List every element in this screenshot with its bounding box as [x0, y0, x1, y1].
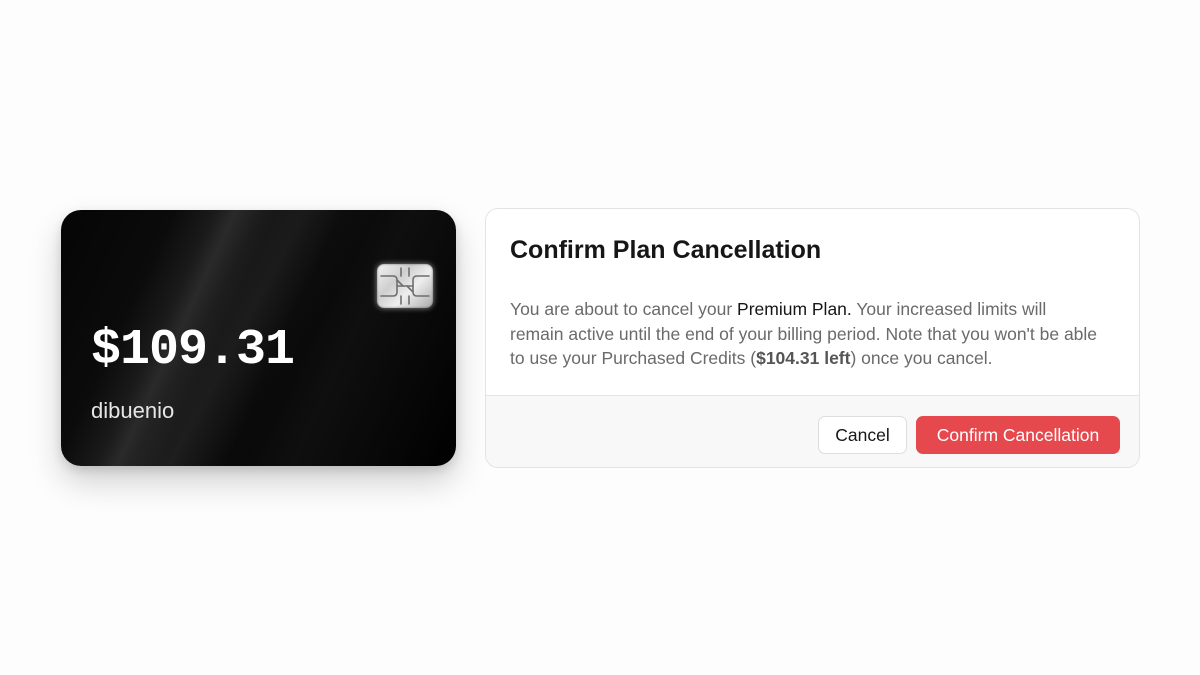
message-outro: ) once you cancel.	[850, 348, 993, 368]
dialog-body: Confirm Plan Cancellation You are about …	[486, 209, 1139, 395]
dialog-title: Confirm Plan Cancellation	[510, 236, 822, 264]
dialog-footer: Cancel Confirm Cancellation	[486, 395, 1139, 467]
plan-name: Premium Plan.	[737, 299, 852, 319]
credits-left: $104.31 left	[756, 348, 851, 368]
message-intro: You are about to cancel your	[510, 299, 738, 319]
sim-chip-icon	[377, 264, 433, 308]
credit-card: $109.31 dibuenio	[61, 210, 456, 466]
cancel-plan-dialog: Confirm Plan Cancellation You are about …	[485, 208, 1140, 468]
card-holder-name: dibuenio	[91, 398, 175, 423]
confirm-cancellation-button[interactable]: Confirm Cancellation	[916, 416, 1120, 454]
cancel-button[interactable]: Cancel	[818, 416, 907, 454]
card-balance: $109.31	[91, 322, 295, 379]
dialog-message: You are about to cancel your Premium Pla…	[510, 297, 1100, 371]
